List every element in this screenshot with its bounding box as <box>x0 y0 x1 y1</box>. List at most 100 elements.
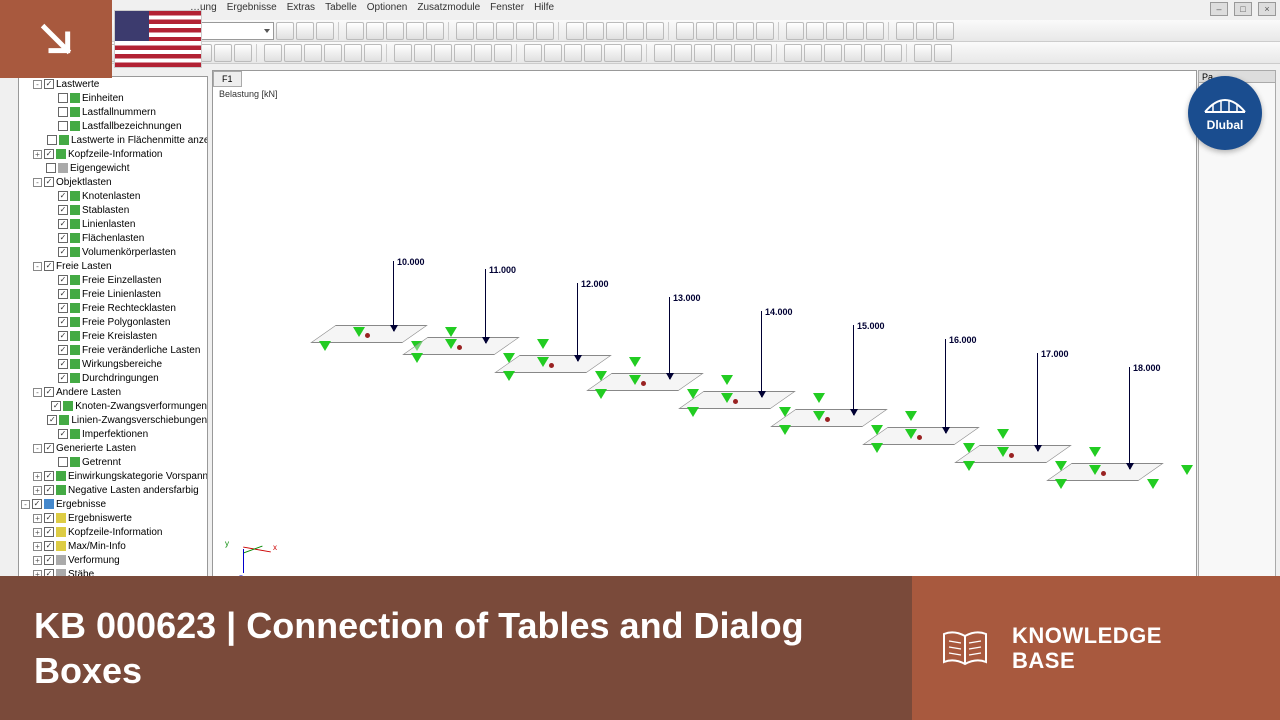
expand-icon[interactable]: - <box>33 80 42 89</box>
toolbar-button[interactable] <box>806 22 824 40</box>
tree-item[interactable]: +Verformung <box>19 553 207 567</box>
toolbar-button[interactable] <box>754 44 772 62</box>
checkbox[interactable] <box>44 527 54 537</box>
checkbox[interactable] <box>46 163 56 173</box>
checkbox[interactable] <box>58 121 68 131</box>
tree-item[interactable]: -Generierte Lasten <box>19 441 207 455</box>
checkbox[interactable] <box>58 429 68 439</box>
toolbar-button[interactable] <box>606 22 624 40</box>
toolbar-button[interactable] <box>414 44 432 62</box>
tree-item[interactable]: +Einwirkungskategorie Vorspannun <box>19 469 207 483</box>
menu-item[interactable]: Ergebnisse <box>227 2 277 18</box>
tree-item[interactable]: +Kopfzeile-Information <box>19 147 207 161</box>
checkbox[interactable] <box>58 345 68 355</box>
toolbar-button[interactable] <box>756 22 774 40</box>
checkbox[interactable] <box>44 513 54 523</box>
tree-item[interactable]: Freie veränderliche Lasten <box>19 343 207 357</box>
toolbar-button[interactable] <box>474 44 492 62</box>
expand-icon[interactable]: + <box>33 150 42 159</box>
toolbar-button[interactable] <box>826 22 844 40</box>
maximize-button[interactable]: □ <box>1234 2 1252 16</box>
toolbar-button[interactable] <box>234 44 252 62</box>
toolbar-button[interactable] <box>544 44 562 62</box>
viewport-tab[interactable]: F1 <box>213 71 242 87</box>
checkbox[interactable] <box>58 373 68 383</box>
checkbox[interactable] <box>44 387 54 397</box>
toolbar-button[interactable] <box>916 22 934 40</box>
toolbar-button[interactable] <box>646 22 664 40</box>
expand-icon[interactable]: + <box>33 556 42 565</box>
checkbox[interactable] <box>58 107 68 117</box>
toolbar-button[interactable] <box>536 22 554 40</box>
tree-item[interactable]: -Andere Lasten <box>19 385 207 399</box>
checkbox[interactable] <box>58 247 68 257</box>
toolbar-button[interactable] <box>516 22 534 40</box>
toolbar-button[interactable] <box>364 44 382 62</box>
toolbar-button[interactable] <box>264 44 282 62</box>
checkbox[interactable] <box>58 233 68 243</box>
toolbar-button[interactable] <box>366 22 384 40</box>
toolbar-button[interactable] <box>566 22 584 40</box>
expand-icon[interactable]: + <box>33 486 42 495</box>
tree-item[interactable]: Freie Einzellasten <box>19 273 207 287</box>
toolbar-button[interactable] <box>476 22 494 40</box>
tree-item[interactable]: Getrennt <box>19 455 207 469</box>
checkbox[interactable] <box>44 443 54 453</box>
menu-item[interactable]: Extras <box>287 2 315 18</box>
toolbar-button[interactable] <box>786 22 804 40</box>
toolbar-button[interactable] <box>846 22 864 40</box>
toolbar-button[interactable] <box>346 22 364 40</box>
toolbar-button[interactable] <box>304 44 322 62</box>
tree-item[interactable]: Freie Rechtecklasten <box>19 301 207 315</box>
toolbar-button[interactable] <box>296 22 314 40</box>
expand-icon[interactable]: + <box>33 542 42 551</box>
menu-item[interactable]: Zusatzmodule <box>417 2 480 18</box>
toolbar-button[interactable] <box>936 22 954 40</box>
toolbar-button[interactable] <box>654 44 672 62</box>
expand-icon[interactable]: - <box>33 178 42 187</box>
checkbox[interactable] <box>44 471 54 481</box>
menu-item[interactable]: Optionen <box>367 2 408 18</box>
toolbar-button[interactable] <box>934 44 952 62</box>
tree-item[interactable]: Stablasten <box>19 203 207 217</box>
tree-item[interactable]: Freie Polygonlasten <box>19 315 207 329</box>
tree-item[interactable]: +Max/Min-Info <box>19 539 207 553</box>
toolbar-button[interactable] <box>394 44 412 62</box>
checkbox[interactable] <box>44 149 54 159</box>
toolbar-button[interactable] <box>524 44 542 62</box>
toolbar-button[interactable] <box>284 44 302 62</box>
tree-item[interactable]: -Freie Lasten <box>19 259 207 273</box>
tree-item[interactable]: +Kopfzeile-Information <box>19 525 207 539</box>
checkbox[interactable] <box>58 191 68 201</box>
tree-item[interactable]: Lastfallnummern <box>19 105 207 119</box>
toolbar-button[interactable] <box>694 44 712 62</box>
tree-item[interactable]: Lastfallbezeichnungen <box>19 119 207 133</box>
toolbar-button[interactable] <box>406 22 424 40</box>
toolbar-button[interactable] <box>804 44 822 62</box>
checkbox[interactable] <box>58 359 68 369</box>
tree-item[interactable]: Durchdringungen <box>19 371 207 385</box>
toolbar-button[interactable] <box>496 22 514 40</box>
checkbox[interactable] <box>44 79 54 89</box>
close-button[interactable]: × <box>1258 2 1276 16</box>
toolbar-button[interactable] <box>736 22 754 40</box>
expand-icon[interactable]: + <box>33 472 42 481</box>
tree-item[interactable]: Imperfektionen <box>19 427 207 441</box>
tree-item[interactable]: Linien-Zwangsverschiebungen <box>19 413 207 427</box>
checkbox[interactable] <box>44 555 54 565</box>
toolbar-button[interactable] <box>676 22 694 40</box>
checkbox[interactable] <box>58 331 68 341</box>
checkbox[interactable] <box>58 303 68 313</box>
toolbar-button[interactable] <box>456 22 474 40</box>
checkbox[interactable] <box>51 401 61 411</box>
checkbox[interactable] <box>58 275 68 285</box>
menu-item[interactable]: Fenster <box>490 2 524 18</box>
toolbar-button[interactable] <box>734 44 752 62</box>
expand-icon[interactable]: - <box>33 388 42 397</box>
checkbox[interactable] <box>58 219 68 229</box>
tree-item[interactable]: +Negative Lasten andersfarbig <box>19 483 207 497</box>
expand-icon[interactable]: + <box>33 528 42 537</box>
checkbox[interactable] <box>32 499 42 509</box>
checkbox[interactable] <box>44 261 54 271</box>
tree-item[interactable]: Flächenlasten <box>19 231 207 245</box>
